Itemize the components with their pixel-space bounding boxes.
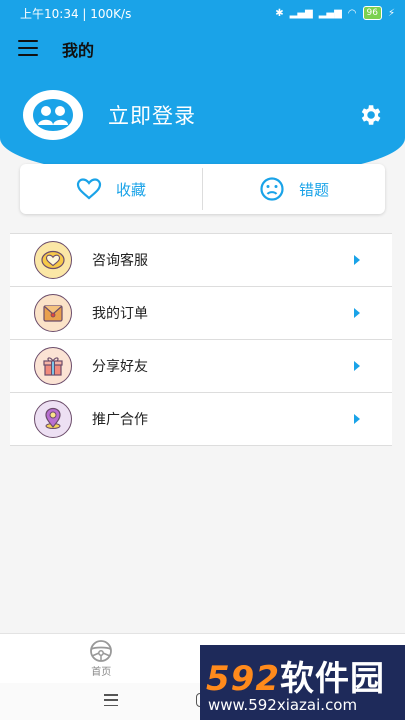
chevron-right-icon (354, 255, 360, 265)
profile-header: 我的 立即登录 (0, 26, 405, 176)
watermark-number: 592 (206, 659, 280, 699)
status-time-speed: 上午10:34 | 100K/s (20, 6, 132, 21)
heart-badge-icon (34, 241, 72, 279)
menu-item-label: 咨询客服 (92, 253, 148, 269)
favorites-label: 收藏 (115, 180, 146, 199)
menu-item-label: 分享好友 (92, 359, 148, 375)
signal-icon-2: ▂▄▆ (318, 7, 342, 19)
menu-item-label: 我的订单 (92, 306, 148, 322)
gift-icon (34, 347, 72, 385)
wifi-icon: ◠ (347, 7, 357, 19)
login-button[interactable]: 立即登录 (108, 100, 196, 130)
envelope-icon (34, 294, 72, 332)
watermark: 592软件园 www.592xiazai.com (200, 645, 405, 720)
status-bar: 上午10:34 | 100K/s ✱ ▂▄▆ ▂▄▆ ◠ 96 ⚡ (0, 0, 405, 26)
menu-item-my-orders[interactable]: 我的订单 (10, 287, 392, 340)
watermark-brand: 软件园 (279, 659, 385, 699)
chevron-right-icon (354, 361, 360, 371)
hamburger-menu-icon[interactable] (18, 40, 38, 56)
chevron-right-icon (354, 414, 360, 424)
menu-item-label: 推广合作 (92, 412, 148, 428)
wrong-questions-button[interactable]: 错题 (203, 164, 385, 214)
menu-item-promotion-cooperation[interactable]: 推广合作 (10, 393, 392, 446)
favorites-button[interactable]: 收藏 (20, 164, 202, 214)
location-pin-icon (34, 400, 72, 438)
menu-item-customer-service[interactable]: 咨询客服 (10, 234, 392, 287)
avatar[interactable] (23, 90, 83, 140)
quick-actions-card: 收藏 错题 (20, 164, 385, 214)
sad-face-icon (260, 177, 284, 201)
menu-item-share-friends[interactable]: 分享好友 (10, 340, 392, 393)
chevron-right-icon (354, 308, 360, 318)
charging-icon: ⚡ (387, 7, 395, 19)
wrong-questions-label: 错题 (298, 180, 329, 199)
recent-apps-icon[interactable] (104, 693, 118, 707)
tab-home-label: 首页 (91, 667, 112, 678)
status-icons: ✱ ▂▄▆ ▂▄▆ ◠ 96 ⚡ (275, 6, 395, 20)
tab-home[interactable]: 首页 (0, 634, 203, 683)
menu-list: 咨询客服 我的订单 分享好友 推广合作 (10, 233, 392, 446)
battery-icon: 96 (362, 6, 382, 20)
watermark-logo: 592软件园 (206, 651, 385, 700)
signal-icon: ▂▄▆ (289, 7, 313, 19)
watermark-url: www.592xiazai.com (208, 696, 358, 714)
default-user-icon (33, 99, 73, 131)
page-title: 我的 (62, 41, 95, 60)
heart-icon (76, 178, 102, 200)
steering-wheel-icon (90, 640, 113, 662)
bluetooth-icon: ✱ (275, 7, 284, 19)
gear-icon[interactable] (357, 102, 383, 128)
